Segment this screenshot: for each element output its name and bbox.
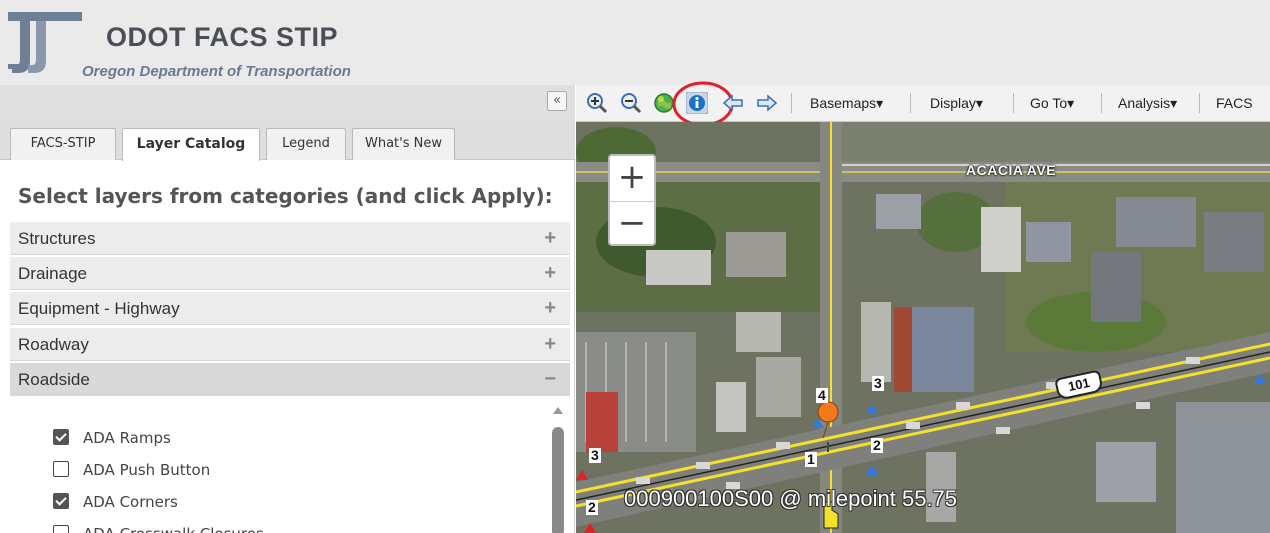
menu-facs[interactable]: FACS xyxy=(1216,95,1253,111)
layer-catalog-heading: Select layers from categories (and click… xyxy=(18,184,553,208)
category-label: Structures xyxy=(18,229,96,248)
menu-label: Analysis xyxy=(1118,95,1171,111)
toolbar-separator xyxy=(1101,93,1102,113)
menu-go-to[interactable]: Go To▾ xyxy=(1030,95,1074,112)
dropdown-caret-icon: ▾ xyxy=(975,95,983,111)
zoom-in-icon[interactable] xyxy=(586,92,608,114)
tab-facs-stip[interactable]: FACS-STIP xyxy=(10,128,116,160)
map-zoom-out-button[interactable]: − xyxy=(610,201,654,245)
odot-logo xyxy=(8,12,82,73)
map-zoom-control: + − xyxy=(608,154,656,246)
category-label: Drainage xyxy=(18,264,87,283)
panel-tabs: FACS-STIP Layer Catalog Legend What's Ne… xyxy=(0,118,575,161)
toolbar-separator xyxy=(1013,93,1014,113)
layer-ada-push-button[interactable]: ADA Push Button xyxy=(53,458,210,482)
category-label: Roadway xyxy=(18,335,89,354)
expand-plus-icon[interactable]: + xyxy=(544,222,556,255)
dropdown-caret-icon: ▾ xyxy=(876,95,884,111)
aerial-imagery xyxy=(576,122,1270,533)
street-label: ACACIA AVE xyxy=(966,162,1057,178)
marker-number: 4 xyxy=(816,387,828,403)
collapse-minus-icon[interactable]: − xyxy=(544,363,556,396)
category-roadway[interactable]: Roadway + xyxy=(10,328,570,361)
checkbox[interactable] xyxy=(53,460,69,477)
category-equipment-highway[interactable]: Equipment - Highway + xyxy=(10,292,570,325)
map-view[interactable]: 4 3 2 1 3 2 ACACIA AVE 101 000900100S00 … xyxy=(576,122,1270,533)
checkbox-checked[interactable] xyxy=(53,492,69,509)
zoom-out-icon[interactable] xyxy=(620,92,642,114)
marker-number: 1 xyxy=(805,451,817,467)
layer-label: ADA Push Button xyxy=(83,461,211,479)
expand-plus-icon[interactable]: + xyxy=(544,257,556,290)
app-title: ODOT FACS STIP xyxy=(106,22,339,52)
menu-display[interactable]: Display▾ xyxy=(930,95,983,112)
menu-label: Display xyxy=(930,95,976,111)
checkbox-checked[interactable] xyxy=(53,428,69,445)
layer-list-scrollbar[interactable] xyxy=(551,403,565,533)
tab-layer-catalog[interactable]: Layer Catalog xyxy=(122,128,260,161)
category-label: Roadside xyxy=(18,370,90,389)
layer-ada-crosswalk-closures[interactable]: ADA Crosswalk Closures xyxy=(53,522,264,533)
toolbar-separator xyxy=(791,93,792,113)
expand-plus-icon[interactable]: + xyxy=(544,328,556,361)
scroll-up-arrow-icon[interactable] xyxy=(553,407,563,414)
milepoint-label: 000900100S00 @ milepoint 55.75 xyxy=(624,486,958,511)
checkbox[interactable] xyxy=(53,524,69,533)
menu-basemaps[interactable]: Basemaps▾ xyxy=(810,95,883,112)
layer-label: ADA Ramps xyxy=(83,429,171,447)
dropdown-caret-icon: ▾ xyxy=(1067,95,1075,111)
menu-analysis[interactable]: Analysis▾ xyxy=(1118,95,1177,112)
toolbar-separator xyxy=(1199,93,1200,113)
collapse-panel-button[interactable]: « xyxy=(547,91,567,111)
marker-number: 2 xyxy=(871,437,883,453)
layer-label: ADA Crosswalk Closures xyxy=(83,525,264,533)
dropdown-caret-icon: ▾ xyxy=(1170,95,1178,111)
marker-number: 2 xyxy=(586,499,598,515)
layer-label: ADA Corners xyxy=(83,493,178,511)
category-label: Equipment - Highway xyxy=(18,299,180,318)
map-toolbar: Basemaps▾ Display▾ Go To▾ Analysis▾ FACS xyxy=(576,81,1270,127)
expand-plus-icon[interactable]: + xyxy=(544,292,556,325)
category-structures[interactable]: Structures + xyxy=(10,222,570,255)
marker-number: 3 xyxy=(589,447,601,463)
scroll-thumb[interactable] xyxy=(552,427,564,533)
tab-legend[interactable]: Legend xyxy=(266,128,346,160)
toolbar-separator xyxy=(910,93,911,113)
tab-whats-new[interactable]: What's New xyxy=(352,128,455,160)
map-zoom-in-button[interactable]: + xyxy=(610,156,654,200)
category-roadside[interactable]: Roadside − xyxy=(10,363,570,396)
marker-number: 3 xyxy=(872,375,884,391)
roadside-layer-list: ADA Ramps ADA Push Button ADA Corners AD… xyxy=(10,403,570,533)
layer-ada-ramps[interactable]: ADA Ramps xyxy=(53,426,171,450)
layer-ada-corners[interactable]: ADA Corners xyxy=(53,490,178,514)
arrow-right-icon[interactable] xyxy=(756,92,778,114)
arrow-left-icon[interactable] xyxy=(722,92,744,114)
panel-top-bar: « xyxy=(0,85,575,118)
menu-label: Go To xyxy=(1030,95,1068,111)
category-drainage[interactable]: Drainage + xyxy=(10,257,570,290)
side-panel: « FACS-STIP Layer Catalog Legend What's … xyxy=(0,85,575,533)
menu-label: Basemaps xyxy=(810,95,877,111)
app-header: ODOT FACS STIP Oregon Department of Tran… xyxy=(0,0,1270,85)
organization-name: Oregon Department of Transportation xyxy=(82,63,351,80)
